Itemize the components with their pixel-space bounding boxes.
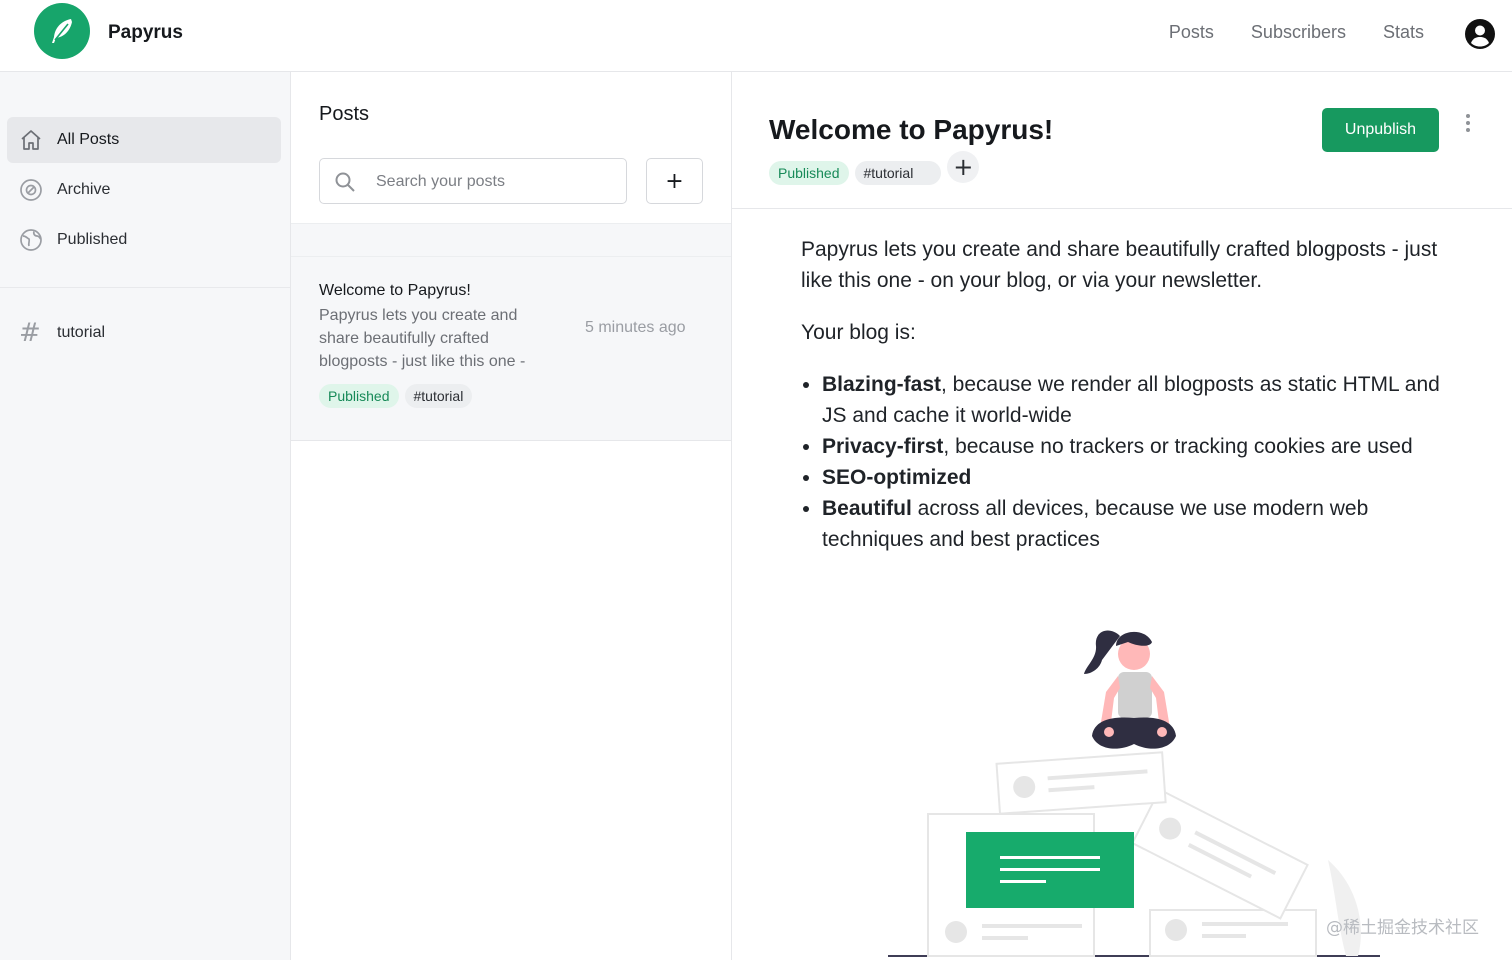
watermark-text: @稀土掘金技术社区 — [1326, 918, 1479, 938]
sidebar-divider — [0, 287, 290, 288]
search-input[interactable] — [376, 169, 616, 195]
editor-header: Welcome to Papyrus! Published #tutorial … — [732, 72, 1512, 209]
add-tag-button[interactable]: + — [947, 151, 980, 183]
sidebar-item-archive[interactable]: Archive — [7, 167, 281, 213]
nav-stats[interactable]: Stats — [1383, 22, 1424, 43]
brand-name[interactable]: Papyrus — [108, 22, 183, 44]
search-box — [319, 158, 627, 204]
nav-subscribers[interactable]: Subscribers — [1251, 22, 1346, 43]
editor-tags: Published #tutorial + — [769, 151, 980, 185]
globe-icon — [19, 228, 43, 252]
list-item: Beautiful across all devices, because we… — [822, 493, 1441, 555]
sidebar-tag-label: tutorial — [57, 324, 106, 341]
sidebar-item-label: All Posts — [57, 131, 120, 148]
post-editor: Welcome to Papyrus! Published #tutorial … — [732, 72, 1512, 960]
post-list-item[interactable]: Welcome to Papyrus! Papyrus lets you cre… — [291, 257, 731, 441]
sidebar-item-label: Published — [57, 231, 128, 248]
list-separator — [291, 223, 731, 257]
list-item: Privacy-first, because no trackers or tr… — [822, 431, 1441, 462]
sidebar-item-published[interactable]: Published — [7, 217, 281, 263]
home-icon — [19, 128, 43, 152]
list-item: SEO-optimized — [822, 462, 1441, 493]
list-item: Blazing-fast, because we render all blog… — [822, 369, 1441, 431]
intro-paragraph: Papyrus lets you create and share beauti… — [801, 238, 1438, 292]
sidebar: All Posts Archive Published # tutorial — [0, 72, 291, 960]
posts-panel: Posts + Welcome to Papyrus! Papyrus lets… — [291, 72, 732, 960]
top-nav: Posts Subscribers Stats — [1169, 22, 1424, 43]
user-account-icon[interactable] — [1464, 18, 1496, 50]
nav-posts[interactable]: Posts — [1169, 22, 1214, 43]
status-badge: Published — [319, 384, 399, 408]
search-icon — [334, 171, 356, 193]
tag-badge: #tutorial — [404, 384, 473, 408]
feature-list: Blazing-fast, because we render all blog… — [801, 369, 1441, 555]
tag-badge[interactable]: #tutorial — [854, 161, 942, 185]
hash-icon: # — [19, 318, 41, 348]
sidebar-item-tutorial[interactable]: # tutorial — [7, 310, 281, 356]
blog-is-paragraph: Your blog is: — [801, 321, 916, 344]
top-bar: Papyrus Posts Subscribers Stats — [0, 0, 1512, 72]
archive-icon — [19, 178, 43, 202]
post-body[interactable]: Papyrus lets you create and share beauti… — [801, 234, 1441, 555]
post-time: 5 minutes ago — [585, 319, 686, 336]
post-title-heading[interactable]: Welcome to Papyrus! — [769, 114, 1053, 146]
meditation-illustration — [888, 630, 1380, 957]
posts-panel-title: Posts — [319, 103, 370, 125]
post-tags: Published #tutorial — [319, 384, 473, 408]
post-title: Welcome to Papyrus! — [319, 282, 471, 299]
sidebar-item-all-posts[interactable]: All Posts — [7, 117, 281, 163]
more-options-icon[interactable] — [1461, 114, 1475, 138]
sidebar-item-label: Archive — [57, 181, 111, 198]
post-excerpt: Papyrus lets you create and share beauti… — [319, 307, 526, 370]
unpublish-button[interactable]: Unpublish — [1322, 108, 1439, 152]
new-post-button[interactable]: + — [646, 158, 703, 204]
status-badge: Published — [769, 161, 849, 185]
feather-logo-icon[interactable] — [34, 3, 90, 59]
